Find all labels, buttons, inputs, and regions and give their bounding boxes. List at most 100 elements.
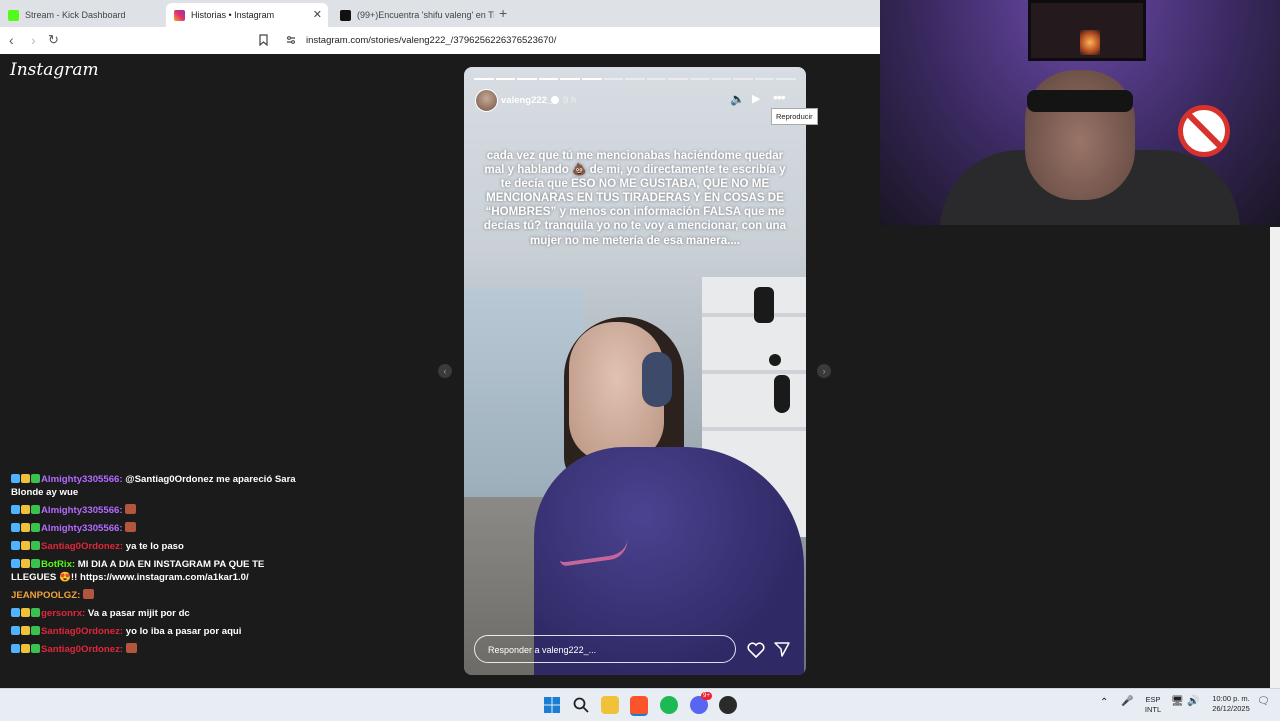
badge-icons (11, 608, 41, 619)
close-tab-icon[interactable]: ✕ (313, 8, 322, 21)
bookmark-icon[interactable] (259, 34, 268, 46)
reply-placeholder: Responder a valeng222_... (488, 645, 597, 655)
language-indicator[interactable]: ESP INTL (1140, 695, 1166, 715)
shelf-line (702, 370, 806, 374)
url-text[interactable]: instagram.com/stories/valeng222_/3796256… (306, 35, 556, 46)
chat-username[interactable]: Santiag0Ordonez: (41, 541, 123, 552)
story-progress-segment (560, 78, 580, 80)
more-options-icon[interactable]: ••• (773, 89, 786, 105)
spotify-icon[interactable] (660, 696, 678, 714)
emote-icon (125, 504, 137, 514)
vase (769, 354, 781, 366)
speaker-icon[interactable]: 🔊 (1187, 697, 1199, 707)
story-progress-segment (776, 78, 796, 80)
chat-overlay: Almighty3305566: @Santiag0Ordonez me apa… (11, 473, 311, 661)
clock[interactable]: 10:00 p. m. 26/12/2025 (1206, 694, 1256, 714)
tab-tiktok[interactable]: (99+)Encuentra 'shifu valeng' en TikT (332, 3, 494, 27)
tab-kick-dashboard[interactable]: Stream - Kick Dashboard (0, 3, 166, 27)
clock-time: 10:00 p. m. (1212, 694, 1250, 703)
chat-text: Va a pasar mijit por dc (87, 608, 190, 619)
story-username[interactable]: valeng222_ (501, 95, 552, 106)
monitor-glow (1080, 30, 1100, 55)
clock-date: 26/12/2025 (1212, 704, 1250, 713)
chat-message: Santiag0Ordonez: (11, 643, 311, 656)
webcam-overlay (880, 0, 1280, 225)
tab-instagram-stories[interactable]: Historias • Instagram ✕ (166, 3, 328, 27)
story-viewer[interactable]: valeng222_ 9 h 🔈 ▶ ••• cada vez que tú m… (464, 67, 806, 675)
play-icon[interactable]: ▶ (752, 92, 760, 105)
windows-start-icon[interactable] (543, 696, 561, 714)
instagram-logo[interactable]: Instagram (10, 60, 99, 80)
chat-username[interactable]: Almighty3305566: (41, 474, 123, 485)
back-icon[interactable]: ‹ (9, 32, 14, 48)
search-icon[interactable] (572, 696, 590, 714)
chevron-up-icon[interactable]: ⌃ (1100, 698, 1108, 708)
next-story-icon[interactable]: › (817, 364, 831, 378)
forward-icon[interactable]: › (31, 32, 36, 48)
language-bottom: INTL (1144, 705, 1162, 714)
headphones (642, 352, 672, 407)
notification-icon[interactable]: 🗨 (1257, 697, 1270, 707)
tab-title: (99+)Encuentra 'shifu valeng' en TikT (357, 10, 494, 20)
microphone-icon[interactable]: 🎤 (1121, 697, 1133, 707)
chat-message: BotRix: MI DIA A DIA EN INSTAGRAM PA QUE… (11, 558, 311, 584)
obs-icon[interactable] (719, 696, 737, 714)
story-progress-bar (474, 78, 796, 80)
streamer-headband (1027, 90, 1133, 112)
address-bar: ‹ › ↻ instagram.com/stories/valeng222_/3… (0, 27, 880, 55)
instagram-icon (174, 9, 185, 21)
chat-message: JEANPOOLGZ: (11, 589, 311, 602)
site-info-icon[interactable] (286, 35, 296, 45)
chat-message: Santiag0Ordonez: yo lo iba a pasar por a… (11, 625, 311, 638)
emote-icon (125, 643, 137, 653)
story-progress-segment (474, 78, 494, 80)
chat-text: yo lo iba a pasar por aqui (125, 626, 242, 637)
story-progress-segment (603, 78, 624, 80)
new-tab-icon[interactable]: + (499, 5, 507, 21)
story-time: 9 h (563, 95, 577, 106)
story-progress-segment (646, 78, 667, 80)
brave-browser-icon[interactable] (630, 696, 648, 716)
badge-icons (11, 626, 41, 637)
chat-message: Almighty3305566: (11, 504, 311, 517)
volume-icon[interactable]: 🔈 (730, 92, 745, 106)
chat-username[interactable]: BotRix: (41, 559, 75, 570)
reload-icon[interactable]: ↻ (48, 32, 59, 48)
chat-username[interactable]: Santiag0Ordonez: (41, 626, 123, 637)
send-icon[interactable] (773, 640, 791, 658)
discord-badge: 9+ (701, 692, 712, 700)
story-text: cada vez que tú me mencionabas haciéndom… (483, 149, 787, 247)
verified-icon (551, 96, 559, 104)
story-progress-segment (711, 78, 732, 80)
tiktok-icon (340, 9, 351, 21)
chat-username[interactable]: gersonrx: (41, 608, 85, 619)
file-explorer-icon[interactable] (601, 696, 619, 714)
chat-text: ya te lo paso (125, 541, 184, 552)
tab-title: Historias • Instagram (191, 10, 275, 20)
kick-icon (8, 9, 19, 21)
chat-message: Almighty3305566: @Santiag0Ordonez me apa… (11, 473, 311, 499)
language-top: ESP (1145, 695, 1161, 704)
chat-username[interactable]: JEANPOOLGZ: (11, 590, 80, 601)
vase (774, 375, 790, 413)
story-progress-segment (517, 78, 537, 80)
chat-username[interactable]: Almighty3305566: (41, 505, 123, 516)
shelf-line (702, 427, 806, 431)
heart-icon[interactable] (746, 640, 766, 660)
story-progress-segment (625, 78, 645, 80)
scrollbar[interactable] (1270, 227, 1280, 688)
story-progress-segment (754, 78, 775, 80)
story-progress-segment (689, 78, 710, 80)
story-progress-segment (538, 78, 559, 80)
tab-bar: Stream - Kick Dashboard Historias • Inst… (0, 0, 880, 27)
network-icon[interactable]: 🖥 (1171, 697, 1184, 707)
story-progress-segment (581, 78, 602, 80)
emote-icon (82, 589, 94, 599)
previous-story-icon[interactable]: ‹ (438, 364, 452, 378)
badge-icons (11, 523, 41, 534)
chat-username[interactable]: Almighty3305566: (41, 523, 123, 534)
avatar[interactable] (475, 89, 498, 112)
reply-input[interactable]: Responder a valeng222_... (474, 635, 736, 663)
badge-icons (11, 474, 41, 485)
chat-username[interactable]: Santiag0Ordonez: (41, 644, 123, 655)
